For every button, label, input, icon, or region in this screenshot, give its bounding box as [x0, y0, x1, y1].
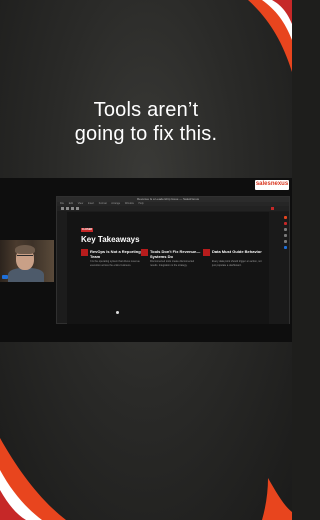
webcam-badge-icon [2, 275, 8, 279]
takeaway-number-marker [203, 249, 210, 256]
webcam-overlay [0, 240, 54, 282]
menu-view[interactable]: View [78, 202, 83, 205]
takeaway-title: RevOps Is Not a Reporting Team [90, 249, 141, 259]
sidebar-tool-icon[interactable] [284, 228, 287, 231]
toolbar-tool-icon[interactable] [76, 207, 79, 210]
sidebar-tool-icon[interactable] [284, 216, 287, 219]
headline: Tools aren’t going to fix this. [0, 98, 292, 146]
presenter-glasses [17, 255, 33, 258]
takeaway-title: Tools Don't Fix Revenue— Systems Do [150, 249, 201, 259]
toolbar-tool-icon[interactable] [66, 207, 69, 210]
menu-window[interactable]: Window [125, 202, 134, 205]
slide-title: Key Takeaways [81, 235, 140, 244]
takeaway-body: It is the operating system that drives r… [90, 260, 140, 267]
menu-file[interactable]: File [60, 202, 64, 205]
headline-line-2: going to fix this. [74, 123, 218, 145]
menu-insert[interactable]: Insert [88, 202, 94, 205]
slide-tag: CLOSER [81, 228, 93, 232]
takeaway-number-marker [141, 249, 148, 256]
takeaway-number-marker [81, 249, 88, 256]
takeaway-title: Data Must Guide Behavior [212, 249, 262, 254]
sidebar-tool-icon[interactable] [284, 240, 287, 243]
presenter-body [8, 268, 44, 282]
slide-canvas: CLOSER Key Takeaways RevOps Is Not a Rep… [67, 212, 269, 324]
menu-arrange[interactable]: Arrange [111, 202, 120, 205]
sidebar-tool-icon[interactable] [284, 246, 287, 249]
app-window: Revenue Is a Leadership Issue — SalesNex… [56, 196, 290, 324]
headline-line-1: Tools aren’t [93, 99, 199, 121]
toolbar-tool-icon[interactable] [61, 207, 64, 210]
mouse-cursor-icon [116, 311, 119, 314]
takeaway-body: Disconnected tools create disconnected r… [150, 260, 195, 267]
brand-logo: salesnexus [255, 180, 289, 190]
menu-format[interactable]: Format [99, 202, 107, 205]
toolbar-tool-icon[interactable] [71, 207, 74, 210]
sidebar-tool-icon[interactable] [284, 234, 287, 237]
toolbar [57, 206, 289, 211]
takeaway-body: Every data point should trigger an actio… [212, 260, 262, 267]
menu-help[interactable]: Help [139, 202, 144, 205]
sidebar-tool-icon[interactable] [284, 222, 287, 225]
presenter-hair [15, 245, 35, 254]
right-sidebar [269, 212, 289, 324]
menu-edit[interactable]: Edit [69, 202, 73, 205]
toolbar-action-icon[interactable] [271, 207, 274, 210]
